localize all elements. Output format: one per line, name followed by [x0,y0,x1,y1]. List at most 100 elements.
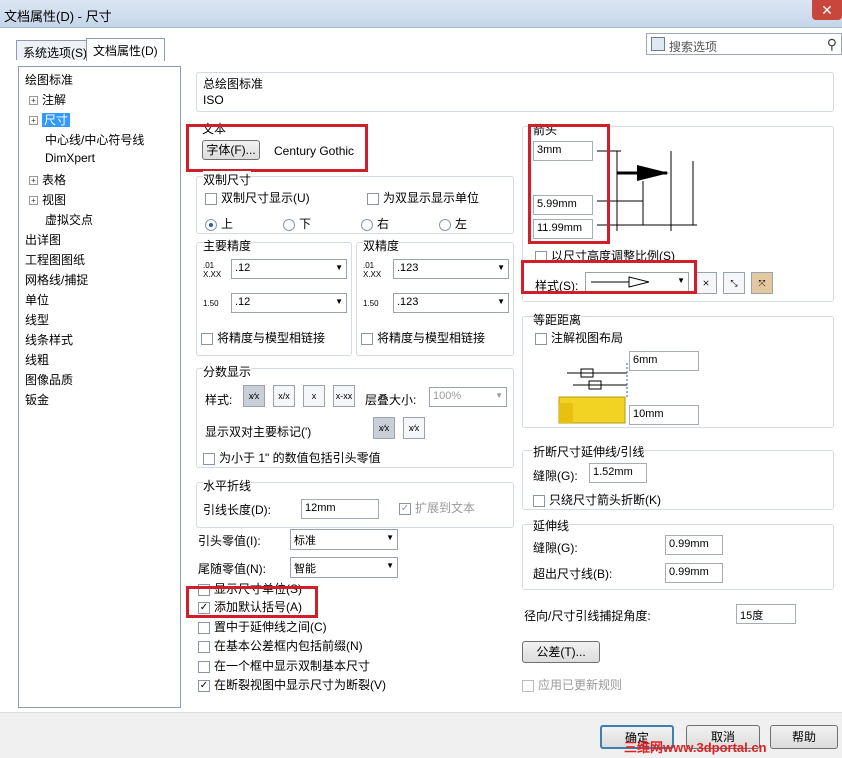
arrows-smart-icon[interactable]: ⤧ [751,272,773,294]
overall-standard-title: 总绘图标准 [203,77,264,91]
fraction-style-3-button[interactable]: x [303,385,325,407]
checkbox[interactable] [201,332,213,345]
tree-item-line-style[interactable]: 线条样式 [25,331,73,348]
radio-left[interactable]: 左 [439,215,467,232]
checkbox[interactable] [367,192,379,205]
tree-item-centerlines[interactable]: 中心线/中心符号线 [45,131,144,148]
radio-top[interactable]: 上 [205,215,233,232]
tree-item-grid[interactable]: 网格线/捕捉 [25,271,88,288]
tab-document-properties[interactable]: 文档属性(D) [86,38,165,61]
apply-updated-check[interactable]: 应用已更新规则 [522,676,622,693]
tree-item-line-font[interactable]: 线型 [25,311,49,328]
close-button[interactable]: ✕ [812,0,842,20]
dropdown-arrow-icon[interactable]: ▼ [495,391,503,400]
expand-icon[interactable]: + [29,96,38,106]
beyond-dim-input[interactable]: 0.99mm [665,563,723,583]
checkbox[interactable]: ✓ [399,502,411,515]
checkbox[interactable] [533,494,545,507]
fraction-style-2-button[interactable]: x/x [273,385,295,407]
checkbox[interactable] [198,640,210,653]
beyond-dim-label: 超出尺寸线(B): [533,567,613,581]
offset-first-input[interactable]: 6mm [629,351,699,371]
tree-item-annotations[interactable]: + 注解 [29,91,66,108]
extension-gap-input[interactable]: 0.99mm [665,535,723,555]
checkbox[interactable] [535,332,547,345]
tree-item-line-thickness[interactable]: 线粗 [25,351,49,368]
dual-units-check[interactable]: 为双显示显示单位 [367,189,479,206]
checkbox[interactable] [205,192,217,205]
checkbox[interactable]: ✓ [198,679,210,692]
checkbox[interactable] [198,660,210,673]
arrows-inside-icon[interactable]: ⤡ [723,272,745,294]
dual-basic-box-check[interactable]: 在一个框中显示双制基本尺寸 [198,657,370,674]
break-gap-input[interactable]: 1.52mm [589,463,647,483]
offset-second-input[interactable]: 10mm [629,405,699,425]
search-placeholder: 搜索选项 [669,40,718,54]
radio-bottom[interactable]: 下 [283,215,311,232]
stack-size-combo[interactable]: 100% ▼ [429,387,507,407]
dual-mark-2-button[interactable]: x⁄x [403,417,425,439]
tree-item-image-quality[interactable]: 图像品质 [25,371,73,388]
radio-right[interactable]: 右 [361,215,389,232]
tree-item-dimensions[interactable]: + 尺寸 [29,111,71,128]
trailing-zero-combo[interactable]: 智能 ▼ [290,557,398,578]
expand-icon[interactable]: + [29,176,38,186]
checkbox[interactable] [203,452,215,465]
dual-display-check[interactable]: 双制尺寸显示(U) [205,189,310,206]
tree-item-sheet-metal[interactable]: 钣金 [25,391,49,408]
dropdown-arrow-icon[interactable]: ▼ [386,533,394,542]
dropdown-arrow-icon[interactable]: ▼ [386,561,394,570]
primary-tol-precision-combo[interactable]: .12 ▼ [231,293,347,313]
broken-view-check[interactable]: ✓ 在断裂视图中显示尺寸为断裂(V) [198,676,386,693]
center-between-check[interactable]: 置中于延伸线之间(C) [198,618,327,635]
dual-tol-precision-combo[interactable]: .123 ▼ [393,293,509,313]
tree-item-dimxpert[interactable]: DimXpert [45,151,95,165]
fraction-style-1-button[interactable]: x⁄x [243,385,265,407]
checkbox[interactable] [361,332,373,345]
dropdown-arrow-icon[interactable]: ▼ [335,297,343,306]
leading-zero-combo[interactable]: 标准 ▼ [290,529,398,550]
arrow-only-check[interactable]: 只绕尺寸箭头折断(K) [533,491,661,508]
primary-link-check[interactable]: 将精度与模型相链接 [201,329,325,346]
tree-item-units[interactable]: 单位 [25,291,49,308]
dual-precision-combo[interactable]: .123 ▼ [393,259,509,279]
tree-item-drawing-sheets[interactable]: 工程图图纸 [25,251,85,268]
options-tree: 绘图标准 + 注解 + 尺寸 中心线/中心符号线 DimXpert + 表格 + 视图 … [18,66,181,708]
tab-system-options[interactable]: 系统选项(S) [16,40,94,60]
tree-item-tables[interactable]: + 表格 [29,171,66,188]
highlight-text [186,124,368,172]
extend-to-text-check[interactable]: ✓ 扩展到文本 [399,499,475,516]
annotation-layout-check[interactable]: 注解视图布局 [535,329,623,346]
tree-item-virtual-sharp[interactable]: 虚拟交点 [45,211,93,228]
overall-standard-group: 总绘图标准 ISO [196,72,834,112]
tolerance-button[interactable]: 公差(T)... [522,641,600,663]
fraction-style-4-button[interactable]: x-xx [333,385,355,407]
checkbox[interactable] [198,621,210,634]
leading-zero-label: 引头零值(I): [198,534,261,548]
dropdown-arrow-icon[interactable]: ▼ [497,263,505,272]
arrows-outside-icon[interactable]: ⨯ [695,272,717,294]
primary-precision-combo[interactable]: .12 ▼ [231,259,347,279]
expand-icon[interactable]: + [29,196,38,206]
search-input[interactable]: 搜索选项 ⚲ [646,33,842,55]
offset-diagram [558,363,628,424]
checkbox[interactable] [522,679,534,692]
tree-item-detailing[interactable]: 出详图 [25,231,61,248]
dropdown-arrow-icon[interactable]: ▼ [335,263,343,272]
primary-precision-title: 主要精度 [203,237,252,254]
tree-item-views[interactable]: + 视图 [29,191,66,208]
basic-tolerance-prefix-check[interactable]: 在基本公差框内包括前缀(N) [198,637,363,654]
title-bar: 文档属性(D) - 尺寸 ✕ [0,0,842,28]
expand-icon[interactable]: + [29,116,38,126]
snap-angle-input[interactable]: 15度 [736,604,796,624]
dual-precision-group: 双精度 .01 X.XX .123 ▼ 1.50 .123 ▼ 将精度与模型相链接 [356,237,514,356]
include-zero-check[interactable]: 为小于 1" 的数值包括引头零值 [203,449,381,466]
leader-length-input[interactable]: 12mm [301,499,379,519]
dual-link-check[interactable]: 将精度与模型相链接 [361,329,485,346]
watermark: 三维网www.3dportal.cn [624,740,767,755]
tree-item-drafting-standard[interactable]: 绘图标准 [25,71,73,88]
dual-mark-1-button[interactable]: x⁄x [373,417,395,439]
dropdown-arrow-icon[interactable]: ▼ [497,297,505,306]
fraction-group: 分数显示 样式: x⁄x x/x x x-xx 层叠大小: 100% ▼ 显示双对… [196,363,514,468]
help-button[interactable]: 帮助 [770,725,838,749]
